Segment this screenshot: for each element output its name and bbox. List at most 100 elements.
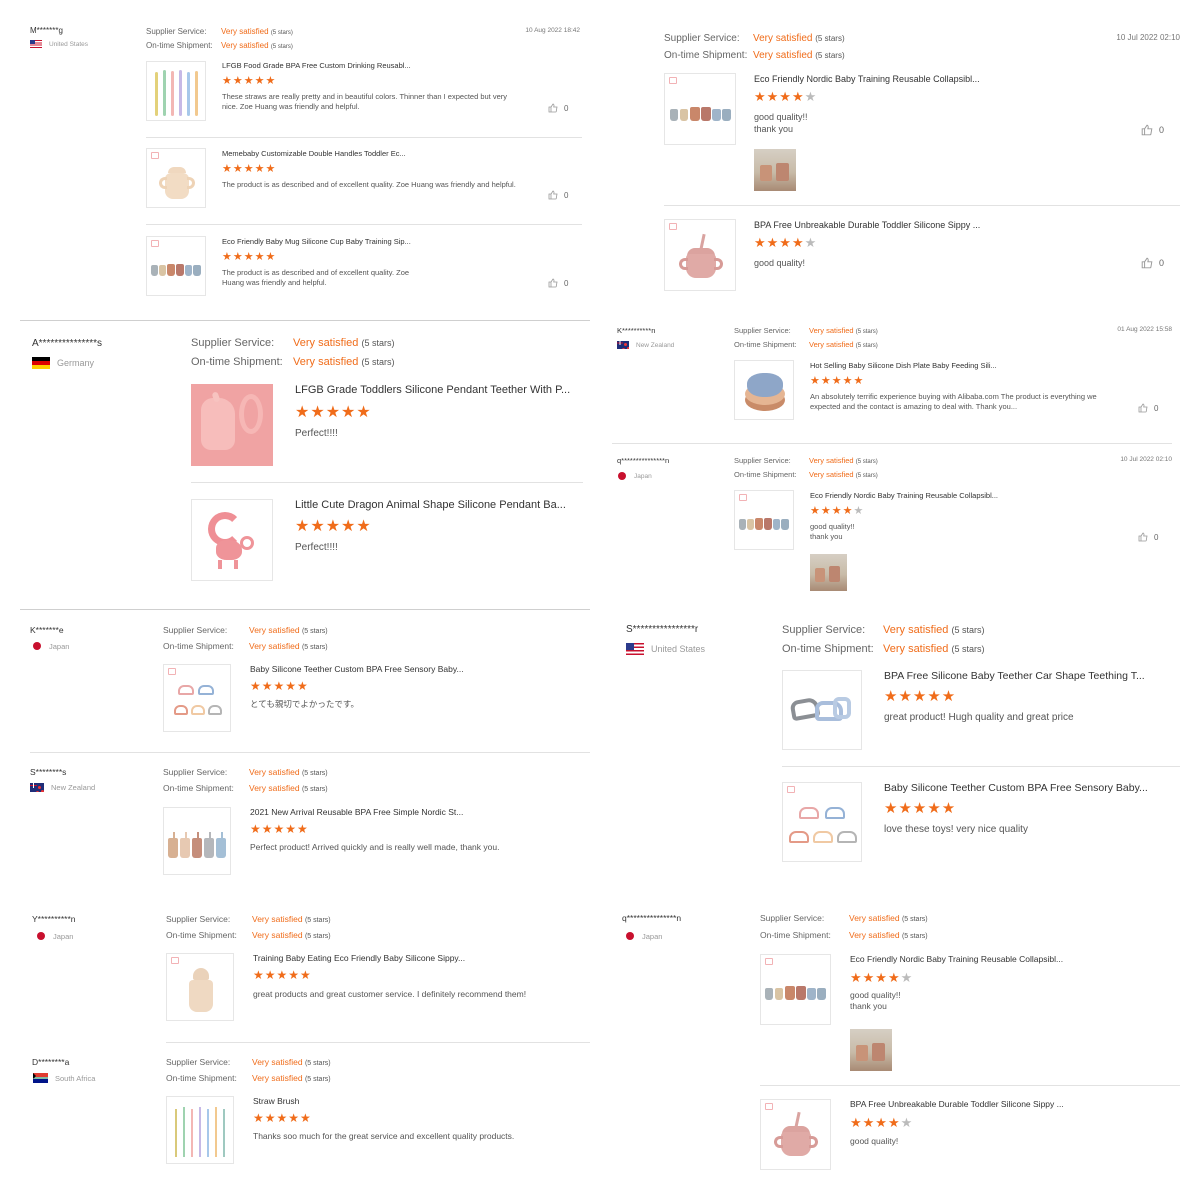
product-thumbnail[interactable] <box>163 664 231 732</box>
straws-image <box>153 68 201 118</box>
product-star-rating: ★★★★★ <box>253 968 312 982</box>
product-title[interactable]: LFGB Grade Toddlers Silicone Pendant Tee… <box>295 384 570 396</box>
car-teether-image <box>789 693 857 729</box>
reviewer-country: Japan <box>625 931 662 941</box>
product-thumbnail[interactable] <box>734 490 794 550</box>
product-title[interactable]: BPA Free Silicone Baby Teether Car Shape… <box>884 670 1145 682</box>
product-title[interactable]: Eco Friendly Nordic Baby Training Reusab… <box>810 491 998 500</box>
review-comment: The product is as described and of excel… <box>222 180 516 189</box>
review-photo[interactable] <box>850 1029 892 1071</box>
product-title[interactable]: BPA Free Unbreakable Durable Toddler Sil… <box>754 220 980 230</box>
product-title[interactable]: Hot Selling Baby Silicone Dish Plate Bab… <box>810 361 997 370</box>
product-thumbnail[interactable] <box>146 61 206 121</box>
product-star-rating: ★★★★★ <box>754 89 818 104</box>
product-title[interactable]: Eco Friendly Nordic Baby Training Reusab… <box>754 74 980 84</box>
supplier-service-rating: Supplier Service: Very satisfied (5 stars… <box>146 27 293 36</box>
product-thumbnail[interactable] <box>163 807 231 875</box>
japan-flag-icon <box>32 641 42 651</box>
country-label: Japan <box>53 931 74 941</box>
reviewer-country: Japan <box>36 931 73 941</box>
country-label: United States <box>49 40 89 48</box>
product-thumbnail[interactable] <box>782 670 862 750</box>
product-thumbnail[interactable] <box>166 953 234 1021</box>
product-thumbnail[interactable] <box>146 236 206 296</box>
product-title[interactable]: Eco Friendly Nordic Baby Training Reusab… <box>850 954 1063 964</box>
like-button[interactable]: 0 <box>548 278 568 288</box>
thumbs-up-icon <box>548 190 558 200</box>
product-thumbnail[interactable] <box>782 782 862 862</box>
review-comment: great product! Hugh quality and great pr… <box>884 712 1074 723</box>
product-title[interactable]: Baby Silicone Teether Custom BPA Free Se… <box>250 664 464 674</box>
thumbs-up-icon <box>548 103 558 113</box>
supplier-service-rating: Supplier Service: Very satisfied (5 stars… <box>734 326 878 335</box>
thumbs-up-icon <box>1138 532 1148 542</box>
us-flag-icon <box>30 40 42 48</box>
country-label: New Zealand <box>636 341 675 349</box>
review-comment: great products and great customer servic… <box>253 989 527 999</box>
review-comment: love these toys! very nice quality <box>884 824 1028 835</box>
product-title[interactable]: LFGB Food Grade BPA Free Custom Drinking… <box>222 61 411 70</box>
like-button[interactable]: 0 <box>548 103 568 113</box>
product-thumbnail[interactable] <box>760 1099 831 1170</box>
review-card: M*******g United States Supplier Service… <box>0 0 600 320</box>
like-button[interactable]: 0 <box>1138 403 1158 413</box>
reviewer-name: D********a <box>32 1057 70 1067</box>
like-button[interactable]: 0 <box>1138 532 1158 542</box>
product-title[interactable]: BPA Free Unbreakable Durable Toddler Sil… <box>850 1099 1064 1109</box>
review-date: 10 Aug 2022 18:42 <box>525 27 580 34</box>
product-title[interactable]: Training Baby Eating Eco Friendly Baby S… <box>253 953 465 963</box>
straw-brushes-image <box>173 1103 229 1159</box>
product-title[interactable]: 2021 New Arrival Reusable BPA Free Simpl… <box>250 807 463 817</box>
sippy-cup-image <box>185 968 217 1014</box>
review-card: S****************r United States Supplie… <box>600 612 1200 882</box>
review-comment: good quality!! thank you <box>850 990 901 1012</box>
review-comment: An absolutely terrific experience buying… <box>810 392 1097 412</box>
review-date: 10 Jul 2022 02:10 <box>1120 456 1172 463</box>
product-title[interactable]: Little Cute Dragon Animal Shape Silicone… <box>295 499 566 511</box>
reviewer-name: S********s <box>30 767 67 777</box>
ontime-shipment-rating: On-time Shipment: Very satisfied (5 stars… <box>166 930 331 940</box>
review-comment: Perfect product! Arrived quickly and is … <box>250 842 500 852</box>
japan-flag-icon <box>36 931 46 941</box>
product-title[interactable]: Baby Silicone Teether Custom BPA Free Se… <box>884 782 1148 794</box>
product-thumbnail[interactable] <box>166 1096 234 1164</box>
ontime-shipment-rating: On-time Shipment: Very satisfied (5 stars… <box>163 641 328 651</box>
product-thumbnail[interactable] <box>664 219 736 291</box>
product-title[interactable]: Straw Brush <box>253 1096 299 1106</box>
product-thumbnail[interactable] <box>664 73 736 145</box>
country-label: Japan <box>642 931 663 941</box>
reviewer-name: q***************n <box>622 913 682 923</box>
product-star-rating: ★★★★★ <box>810 505 865 517</box>
like-button[interactable]: 0 <box>1141 124 1164 136</box>
product-thumbnail[interactable] <box>191 499 273 581</box>
product-thumbnail[interactable] <box>760 954 831 1025</box>
reviewer-name: K**********n <box>617 326 656 335</box>
product-star-rating: ★★★★★ <box>884 688 957 705</box>
like-button[interactable]: 0 <box>548 190 568 200</box>
product-title[interactable]: Memebaby Customizable Double Handles Tod… <box>222 149 406 158</box>
ontime-shipment-rating: On-time Shipment: Very satisfied (5 stars… <box>163 783 328 793</box>
product-thumbnail[interactable] <box>734 360 794 420</box>
review-card: Supplier Service: Very satisfied (5 stars… <box>600 0 1200 310</box>
review-card: q***************n Japan Supplier Service… <box>600 900 1200 1190</box>
product-thumbnail[interactable] <box>191 384 273 466</box>
dragon-teether-image <box>202 510 264 572</box>
like-button[interactable]: 0 <box>1141 257 1164 269</box>
review-photo[interactable] <box>810 554 847 591</box>
product-thumbnail[interactable] <box>146 148 206 208</box>
product-star-rating: ★★★★★ <box>810 375 865 387</box>
sippy-cup-image <box>159 167 195 201</box>
reviewer-country: United States <box>626 643 705 655</box>
reviewer-country: United States <box>30 40 88 48</box>
ontime-shipment-rating: On-time Shipment: Very satisfied (5 stars… <box>760 930 928 940</box>
country-label: Japan <box>634 472 652 480</box>
product-title[interactable]: Eco Friendly Baby Mug Silicone Cup Baby … <box>222 237 411 246</box>
product-star-rating: ★★★★★ <box>250 822 309 836</box>
reviewer-country: New Zealand <box>30 783 95 792</box>
review-photo[interactable] <box>754 149 796 191</box>
us-flag-icon <box>626 643 644 655</box>
reviewer-name: S****************r <box>626 624 699 635</box>
review-card: q***************n Japan Supplier Service… <box>600 445 1200 595</box>
review-card: K*******e Japan Supplier Service: Very sa… <box>0 612 600 752</box>
review-card: S********s New Zealand Supplier Service:… <box>0 755 600 890</box>
